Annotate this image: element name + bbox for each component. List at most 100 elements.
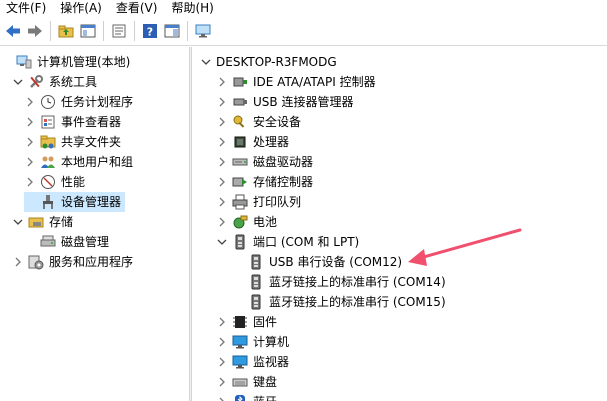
show-hide-tree-icon[interactable] bbox=[79, 22, 97, 40]
chevron-down-icon[interactable] bbox=[216, 236, 228, 248]
storage-controller-icon bbox=[232, 174, 248, 190]
device-tree-item[interactable]: USB 串行设备 (COM12) bbox=[232, 252, 402, 272]
disk-management-icon bbox=[40, 234, 56, 250]
chevron-right-icon[interactable] bbox=[216, 396, 228, 401]
console-tree-item[interactable]: 事件查看器 bbox=[24, 112, 121, 132]
chevron-right-icon[interactable] bbox=[216, 376, 228, 388]
device-tree-item[interactable]: 计算机 bbox=[216, 332, 289, 352]
console-tree-item[interactable]: 任务计划程序 bbox=[24, 92, 133, 112]
toolbar: ? bbox=[0, 16, 607, 46]
chevron-right-icon[interactable] bbox=[216, 316, 228, 328]
device-tree-item[interactable]: 端口 (COM 和 LPT) bbox=[216, 232, 359, 252]
device-manager-icon bbox=[40, 194, 56, 210]
chevron-right-icon[interactable] bbox=[216, 196, 228, 208]
users-icon bbox=[40, 154, 56, 170]
device-tree-item[interactable]: 蓝牙 bbox=[216, 392, 277, 401]
printer-icon bbox=[232, 194, 248, 210]
device-tree-item[interactable]: IDE ATA/ATAPI 控制器 bbox=[216, 72, 376, 92]
chevron-down-icon[interactable] bbox=[12, 76, 24, 88]
device-tree-item[interactable]: 打印队列 bbox=[216, 192, 301, 212]
console-tree-item[interactable]: 本地用户和组 bbox=[24, 152, 133, 172]
device-tree-item[interactable]: 监视器 bbox=[216, 352, 289, 372]
port-icon bbox=[248, 294, 264, 310]
tools-icon bbox=[28, 74, 44, 90]
device-tree-item[interactable]: 处理器 bbox=[216, 132, 289, 152]
device-tree-item-label: 计算机 bbox=[253, 335, 290, 349]
console-tree-item[interactable]: 设备管理器 bbox=[24, 192, 126, 212]
back-arrow-icon[interactable] bbox=[4, 22, 22, 40]
port-icon bbox=[248, 274, 264, 290]
device-tree-item-label: 处理器 bbox=[253, 135, 290, 149]
console-tree-item[interactable]: 磁盘管理 bbox=[24, 232, 109, 252]
device-tree-item[interactable]: 蓝牙链接上的标准串行 (COM15) bbox=[232, 292, 446, 312]
chevron-right-icon[interactable] bbox=[12, 256, 24, 268]
device-tree-item[interactable]: 安全设备 bbox=[216, 112, 301, 132]
device-tree-item-label: 安全设备 bbox=[253, 115, 302, 129]
console-tree-item[interactable]: 服务和应用程序 bbox=[12, 252, 133, 272]
device-tree-item[interactable]: 磁盘驱动器 bbox=[216, 152, 313, 172]
chevron-down-icon[interactable] bbox=[12, 216, 24, 228]
properties-icon[interactable] bbox=[110, 22, 128, 40]
help-icon[interactable]: ? bbox=[141, 22, 159, 40]
menu-help[interactable]: 帮助(H) bbox=[165, 1, 221, 15]
device-tree-item[interactable]: 键盘 bbox=[216, 372, 277, 392]
device-tree-item-label: DESKTOP-R3FMODG bbox=[216, 55, 337, 69]
chevron-right-icon[interactable] bbox=[24, 156, 36, 168]
toolbar-separator bbox=[187, 20, 188, 41]
device-tree-item-label: USB 连接器管理器 bbox=[253, 95, 354, 109]
menu-view[interactable]: 查看(V) bbox=[110, 1, 166, 15]
chevron-right-icon[interactable] bbox=[216, 216, 228, 228]
port-icon bbox=[248, 254, 264, 270]
chevron-down-icon[interactable] bbox=[200, 56, 212, 68]
chevron-right-icon[interactable] bbox=[24, 96, 36, 108]
chevron-right-icon[interactable] bbox=[24, 136, 36, 148]
device-tree-item-label: 磁盘驱动器 bbox=[253, 155, 314, 169]
chevron-right-icon[interactable] bbox=[216, 116, 228, 128]
device-tree-item-label: 固件 bbox=[253, 315, 278, 329]
device-tree-item[interactable]: 固件 bbox=[216, 312, 277, 332]
device-tree-item-label: IDE ATA/ATAPI 控制器 bbox=[253, 75, 376, 89]
chevron-right-icon[interactable] bbox=[216, 76, 228, 88]
device-tree-item[interactable]: 电池 bbox=[216, 212, 277, 232]
chevron-right-icon[interactable] bbox=[24, 176, 36, 188]
chevron-right-icon[interactable] bbox=[216, 336, 228, 348]
device-tree-pane: DESKTOP-R3FMODG IDE ATA/ATAPI 控制器 USB 连接器管… bbox=[192, 47, 607, 401]
device-tree-item-label: 蓝牙链接上的标准串行 (COM15) bbox=[269, 295, 446, 309]
console-tree-item[interactable]: 计算机管理(本地) bbox=[0, 52, 130, 72]
usb-connector-icon bbox=[232, 94, 248, 110]
toolbar-separator bbox=[103, 20, 104, 41]
console-tree-item-label: 任务计划程序 bbox=[61, 95, 134, 109]
console-tree-item-label: 事件查看器 bbox=[61, 115, 122, 129]
forward-arrow-icon[interactable] bbox=[26, 22, 44, 40]
disk-drive-icon bbox=[232, 154, 248, 170]
console-tree-item[interactable]: 存储 bbox=[12, 212, 73, 232]
console-tree-item[interactable]: 共享文件夹 bbox=[24, 132, 121, 152]
device-tree-item[interactable]: 蓝牙链接上的标准串行 (COM14) bbox=[232, 272, 446, 292]
device-tree-item-label: USB 串行设备 (COM12) bbox=[269, 255, 403, 269]
console-tree-item[interactable]: 性能 bbox=[24, 172, 85, 192]
monitor-icon[interactable] bbox=[194, 22, 212, 40]
monitor-icon bbox=[232, 354, 248, 370]
action-pane-icon[interactable] bbox=[163, 22, 181, 40]
device-tree-item[interactable]: USB 连接器管理器 bbox=[216, 92, 353, 112]
device-tree-item-label: 打印队列 bbox=[253, 195, 302, 209]
chevron-right-icon[interactable] bbox=[216, 136, 228, 148]
chevron-right-icon[interactable] bbox=[24, 116, 36, 128]
console-tree-item-label: 存储 bbox=[49, 215, 74, 229]
chevron-right-icon[interactable] bbox=[216, 96, 228, 108]
up-folder-icon[interactable] bbox=[57, 22, 75, 40]
device-tree-item[interactable]: 存储控制器 bbox=[216, 172, 313, 192]
chevron-right-icon[interactable] bbox=[216, 356, 228, 368]
menu-action[interactable]: 操作(A) bbox=[54, 1, 110, 15]
chevron-right-icon[interactable] bbox=[216, 176, 228, 188]
device-tree-item[interactable]: DESKTOP-R3FMODG bbox=[200, 52, 337, 72]
device-tree-item-label: 蓝牙 bbox=[253, 394, 277, 401]
performance-icon bbox=[40, 174, 56, 190]
chevron-right-icon[interactable] bbox=[216, 156, 228, 168]
menu-file[interactable]: 文件(F) bbox=[0, 1, 54, 15]
device-tree-item-label: 电池 bbox=[253, 215, 278, 229]
console-tree-item[interactable]: 系统工具 bbox=[12, 72, 97, 92]
